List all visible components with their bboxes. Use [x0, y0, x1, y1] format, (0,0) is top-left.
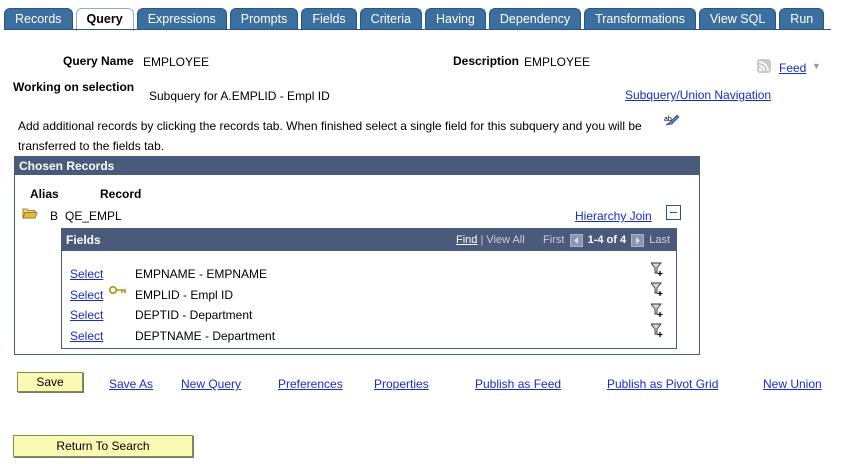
select-link[interactable]: Select — [70, 308, 103, 322]
tab-query[interactable]: Query — [75, 8, 134, 31]
last-label[interactable]: Last — [649, 234, 670, 246]
tab-criteria[interactable]: Criteria — [359, 8, 422, 29]
field-name: EMPNAME - EMPNAME — [135, 267, 268, 281]
view-all-link[interactable]: View All — [486, 234, 524, 246]
feed-icon[interactable] — [757, 59, 771, 76]
working-value: Subquery for A.EMPLID - Empl ID — [149, 89, 330, 103]
preferences-link[interactable]: Preferences — [278, 377, 343, 391]
save-button[interactable]: Save — [17, 372, 83, 392]
grid-navigation: Find | View All First 1-4 of 4 Last — [456, 229, 670, 251]
spellcheck-icon[interactable]: ab — [664, 114, 680, 131]
tab-view-sql[interactable]: View SQL — [698, 8, 777, 29]
tab-expressions[interactable]: Expressions — [136, 8, 227, 29]
record-alias: B — [50, 209, 59, 223]
select-link[interactable]: Select — [70, 267, 103, 281]
query-name-label: Query Name — [63, 54, 134, 68]
instructions-line-1: Add additional records by clicking the r… — [18, 119, 642, 133]
previous-arrow-icon[interactable] — [569, 233, 583, 247]
tab-dependency[interactable]: Dependency — [488, 8, 582, 29]
tab-run[interactable]: Run — [779, 8, 825, 29]
nav-separator: | — [480, 234, 484, 246]
new-union-link[interactable]: New Union — [763, 377, 822, 391]
new-query-link[interactable]: New Query — [181, 377, 241, 391]
tab-underline — [4, 29, 831, 30]
tab-bar: Records Query Expressions Prompts Fields… — [4, 8, 827, 31]
properties-link[interactable]: Properties — [374, 377, 429, 391]
tab-records[interactable]: Records — [4, 8, 73, 29]
return-to-search-button[interactable]: Return To Search — [13, 435, 193, 457]
chosen-records-title: Chosen Records — [15, 157, 699, 175]
tab-transformations[interactable]: Transformations — [584, 8, 696, 29]
next-arrow-icon[interactable] — [631, 233, 645, 247]
first-label[interactable]: First — [543, 234, 564, 246]
publish-as-pivot-grid-link[interactable]: Publish as Pivot Grid — [607, 377, 718, 391]
key-icon — [108, 284, 127, 298]
fields-title: Fields — [66, 233, 101, 247]
tab-fields[interactable]: Fields — [301, 8, 357, 29]
save-as-link[interactable]: Save As — [109, 377, 153, 391]
chevron-down-icon[interactable]: ▼ — [812, 61, 821, 71]
collapse-icon[interactable] — [666, 205, 681, 220]
fields-grid-header: Fields Find | View All First 1-4 of 4 La… — [62, 229, 676, 251]
tab-prompts[interactable]: Prompts — [229, 8, 299, 29]
query-name-value: EMPLOYEE — [143, 55, 210, 69]
feed-link[interactable]: Feed — [779, 61, 806, 75]
select-link[interactable]: Select — [70, 288, 103, 302]
find-link[interactable]: Find — [456, 234, 477, 246]
field-name: DEPTID - Department — [135, 308, 253, 322]
hierarchy-join-link[interactable]: Hierarchy Join — [575, 209, 652, 223]
working-label: Working on selection — [13, 80, 135, 94]
field-name: DEPTNAME - Department — [135, 329, 276, 343]
description-value: EMPLOYEE — [524, 55, 591, 69]
tab-having[interactable]: Having — [424, 8, 486, 29]
subquery-navigation-link[interactable]: Subquery/Union Navigation — [625, 88, 771, 102]
publish-as-feed-link[interactable]: Publish as Feed — [475, 377, 561, 391]
instructions-line-2: transferred to the fields tab. — [18, 139, 165, 153]
row-range: 1-4 of 4 — [587, 234, 627, 246]
record-column-header: Record — [100, 187, 142, 201]
field-name: EMPLID - Empl ID — [135, 288, 234, 302]
record-name: QE_EMPL — [65, 209, 122, 223]
alias-column-header: Alias — [30, 187, 59, 201]
description-label: Description — [453, 54, 520, 68]
folder-open-icon[interactable] — [22, 207, 38, 222]
select-link[interactable]: Select — [70, 329, 103, 343]
